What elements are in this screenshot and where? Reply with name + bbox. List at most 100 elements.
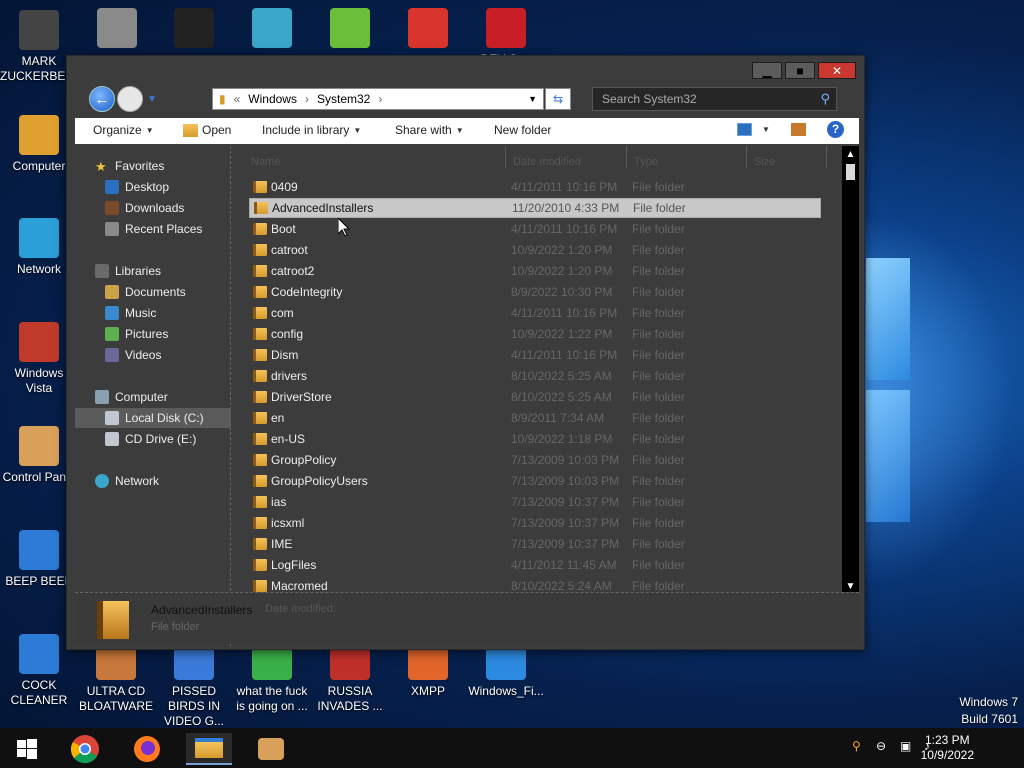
file-row[interactable]: GroupPolicy 7/13/2009 10:03 PM File folder: [249, 450, 821, 470]
taskbar-file-explorer[interactable]: [186, 733, 232, 765]
start-button[interactable]: [4, 733, 50, 765]
nav-videos[interactable]: Videos: [75, 345, 231, 365]
tray-search-icon[interactable]: ⚲: [852, 739, 861, 753]
desktop-icon-bottom-2[interactable]: what the fuck is going on ...: [233, 640, 311, 714]
nav-desktop-label: Desktop: [125, 180, 170, 194]
column-header-size[interactable]: Size: [754, 156, 775, 168]
minimize-button[interactable]: ▁: [752, 62, 782, 79]
file-row[interactable]: 0409 4/11/2011 10:16 PM File folder: [249, 177, 821, 197]
close-button[interactable]: ✕: [818, 62, 856, 79]
tray-network-icon[interactable]: ▣: [900, 739, 911, 753]
desktop-icon-top-0[interactable]: [78, 8, 156, 52]
nav-videos-label: Videos: [125, 348, 162, 362]
nav-libraries[interactable]: Libraries: [75, 261, 231, 281]
open-button[interactable]: Open: [183, 123, 231, 137]
nav-favorites[interactable]: ★ Favorites: [75, 156, 231, 176]
column-header-name[interactable]: Name: [251, 156, 280, 168]
folder-icon: [253, 475, 267, 487]
file-row[interactable]: LogFiles 4/11/2012 11:45 AM File folder: [249, 555, 821, 575]
desktop-icon-bottom-1[interactable]: PISSED BIRDS IN VIDEO G...: [155, 640, 233, 729]
nav-favorites-label: Favorites: [115, 159, 165, 173]
taskbar-control-panel[interactable]: [248, 733, 294, 765]
file-row[interactable]: AdvancedInstallers 11/20/2010 4:33 PM File…: [249, 198, 821, 218]
windows-logo-icon: [17, 739, 37, 759]
nav-local-disk[interactable]: Local Disk (C:): [75, 408, 231, 428]
file-row[interactable]: en-US 10/9/2022 1:18 PM File folder: [249, 429, 821, 449]
file-row[interactable]: Boot 4/11/2011 10:16 PM File folder: [249, 219, 821, 239]
chevron-down-icon: ▼: [455, 125, 464, 135]
column-divider[interactable]: [626, 146, 627, 168]
column-divider[interactable]: [746, 146, 747, 168]
desktop-icon-bottom-3[interactable]: RUSSIA INVADES ...: [311, 640, 389, 714]
scroll-thumb[interactable]: [846, 164, 855, 180]
nav-network[interactable]: Network: [75, 471, 231, 491]
file-row[interactable]: Dism 4/11/2011 10:16 PM File folder: [249, 345, 821, 365]
file-row[interactable]: drivers 8/10/2022 5:25 AM File folder: [249, 366, 821, 386]
column-header-date-modified[interactable]: Date modified: [513, 156, 581, 168]
column-divider[interactable]: [505, 146, 506, 168]
address-bar[interactable]: ▮ « Windows › System32 › ▼: [212, 88, 544, 110]
file-row[interactable]: config 10/9/2022 1:22 PM File folder: [249, 324, 821, 344]
desktop-icon-top-2[interactable]: [233, 8, 311, 52]
desktop-icon-bottom-0[interactable]: ULTRA CD BLOATWARE: [77, 640, 155, 714]
nav-downloads[interactable]: Downloads: [75, 198, 231, 218]
organize-button[interactable]: Organize ▼: [93, 123, 154, 137]
back-button[interactable]: ←: [89, 86, 115, 112]
nav-documents[interactable]: Documents: [75, 282, 231, 302]
taskbar-clock[interactable]: 1:23 PM 10/9/2022: [921, 733, 974, 763]
forward-button[interactable]: [117, 86, 143, 112]
folder-icon: [253, 580, 267, 592]
folder-icon: [253, 559, 267, 571]
breadcrumb-windows[interactable]: Windows: [248, 92, 297, 106]
preview-pane-button[interactable]: [791, 123, 806, 136]
clock-date: 10/9/2022: [920, 748, 974, 762]
vertical-scrollbar[interactable]: ▲ ▼: [842, 146, 859, 594]
breadcrumb-separator[interactable]: ›: [305, 92, 309, 106]
include-in-library-button[interactable]: Include in library ▼: [262, 123, 361, 137]
change-view-button[interactable]: ▼: [737, 123, 770, 136]
desktop-icon-top-image-icon: [408, 8, 448, 48]
file-row[interactable]: com 4/11/2011 10:16 PM File folder: [249, 303, 821, 323]
nav-recent-places[interactable]: Recent Places: [75, 219, 231, 239]
taskbar-firefox[interactable]: [124, 733, 170, 765]
desktop-icon-top-3[interactable]: [311, 8, 389, 52]
desktop-icon-top-image-icon: [174, 8, 214, 48]
search-input[interactable]: Search System32 ⚲: [592, 87, 837, 111]
refresh-button[interactable]: ⇆: [545, 88, 571, 110]
search-icon[interactable]: ⚲: [820, 91, 830, 107]
file-row[interactable]: CodeIntegrity 8/9/2022 10:30 PM File folde…: [249, 282, 821, 302]
file-row[interactable]: ias 7/13/2009 10:37 PM File folder: [249, 492, 821, 512]
file-type: File folder: [633, 201, 686, 215]
file-row[interactable]: catroot2 10/9/2022 1:20 PM File folder: [249, 261, 821, 281]
breadcrumb-separator[interactable]: ›: [378, 92, 382, 106]
column-divider[interactable]: [826, 146, 827, 168]
file-date-modified: 7/13/2009 10:37 PM: [511, 495, 620, 509]
file-row[interactable]: GroupPolicyUsers 7/13/2009 10:03 PM File f…: [249, 471, 821, 491]
nav-desktop[interactable]: Desktop: [75, 177, 231, 197]
desktop-icon-top-1[interactable]: [155, 8, 233, 52]
nav-music[interactable]: Music: [75, 303, 231, 323]
nav-pictures[interactable]: Pictures: [75, 324, 231, 344]
details-pane: AdvancedInstallers Date modified: File f…: [75, 592, 859, 644]
recent-pages-dropdown[interactable]: ▼: [147, 94, 157, 105]
file-row[interactable]: DriverStore 8/10/2022 5:25 AM File folder: [249, 387, 821, 407]
file-type: File folder: [632, 264, 685, 278]
column-header-type[interactable]: Type: [634, 156, 658, 168]
share-with-button[interactable]: Share with ▼: [395, 123, 464, 137]
nav-computer[interactable]: Computer: [75, 387, 231, 407]
taskbar-chrome[interactable]: [62, 733, 108, 765]
new-folder-button[interactable]: New folder: [494, 123, 551, 137]
file-row[interactable]: catroot 10/9/2022 1:20 PM File folder: [249, 240, 821, 260]
scroll-up-arrow-icon[interactable]: ▲: [842, 146, 859, 162]
nav-network-label: Network: [115, 474, 160, 488]
file-row[interactable]: en 8/9/2011 7:34 AM File folder: [249, 408, 821, 428]
breadcrumb-system32[interactable]: System32: [317, 92, 370, 106]
file-row[interactable]: icsxml 7/13/2009 10:37 PM File folder: [249, 513, 821, 533]
nav-cd-drive[interactable]: CD Drive (E:): [75, 429, 231, 449]
maximize-button[interactable]: ■: [785, 62, 815, 79]
file-row[interactable]: IME 7/13/2009 10:37 PM File folder: [249, 534, 821, 554]
address-dropdown-icon[interactable]: ▼: [528, 94, 537, 104]
tray-action-center-icon[interactable]: ⊖: [876, 739, 886, 753]
desktop-icon-top-4[interactable]: [389, 8, 467, 52]
help-button[interactable]: ?: [827, 121, 844, 138]
